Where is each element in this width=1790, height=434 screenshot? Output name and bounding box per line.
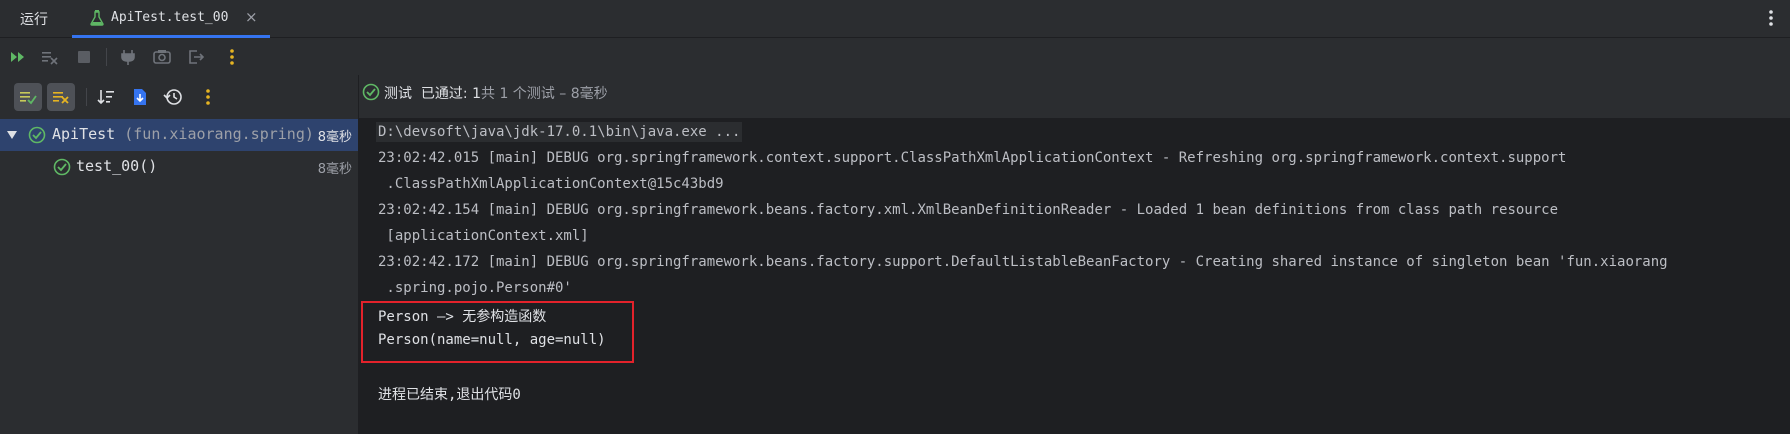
tab-bar: 运行 ApiTest.test_00 ×	[0, 0, 1790, 38]
show-ignored-toggle[interactable]	[47, 83, 75, 111]
test-status-bar: 测试 已通过: 1共 1 个测试 – 8毫秒	[359, 75, 1790, 117]
tree-item-label: ApiTest (fun.xiaorang.spring)	[52, 125, 314, 143]
tree-row-test00[interactable]: test_00() 8毫秒	[0, 151, 358, 183]
toolbar-separator	[86, 88, 87, 106]
passed-check-icon	[362, 83, 380, 101]
package-name: (fun.xiaorang.spring)	[124, 125, 314, 143]
history-icon[interactable]	[163, 87, 183, 107]
chevron-down-icon[interactable]	[6, 129, 18, 141]
tree-row-apitest[interactable]: ApiTest (fun.xiaorang.spring) 8毫秒	[0, 119, 358, 151]
passed-check-icon	[53, 158, 71, 176]
console-line: 23:02:42.015 [main] DEBUG org.springfram…	[378, 150, 1567, 166]
test-duration: 8毫秒	[317, 162, 352, 177]
tab-apitest-test00[interactable]: ApiTest.test_00 ×	[72, 0, 270, 38]
test-flask-icon	[90, 10, 104, 26]
test-status-text: 测试 已通过: 1共 1 个测试 – 8毫秒	[384, 83, 608, 103]
console-line: .spring.pojo.Person#0'	[378, 280, 572, 296]
show-ignored-icon	[53, 92, 69, 104]
test-duration: – 8毫秒	[559, 86, 608, 102]
run-tool-window: 运行 ApiTest.test_00 × ApiTest (fun.xiaora…	[0, 0, 1790, 434]
highlight-annotation-box	[361, 301, 634, 363]
more-icon[interactable]	[198, 87, 218, 107]
passed-check-icon	[28, 126, 46, 144]
console-line: [applicationContext.xml]	[378, 228, 589, 244]
screenshot-icon[interactable]	[152, 47, 172, 67]
close-icon[interactable]: ×	[245, 8, 258, 26]
console-output[interactable]: D:\devsoft\java\jdk-17.0.1\bin\java.exe …	[359, 118, 1790, 434]
run-toolbar	[0, 39, 360, 75]
total-tests: 共 1 个测试	[481, 86, 555, 102]
console-line: .ClassPathXmlApplicationContext@15c43bd9	[378, 176, 724, 192]
class-name: ApiTest	[52, 125, 116, 143]
rerun-icon[interactable]	[8, 47, 28, 67]
test-tree-panel: ApiTest (fun.xiaorang.spring) 8毫秒 test_0…	[0, 75, 358, 434]
console-line: D:\devsoft\java\jdk-17.0.1\bin\java.exe …	[376, 122, 743, 142]
sort-icon[interactable]	[96, 87, 116, 107]
show-passed-toggle[interactable]	[14, 83, 42, 111]
test-duration: 8毫秒	[317, 130, 352, 145]
console-line: 23:02:42.172 [main] DEBUG org.springfram…	[378, 254, 1668, 270]
more-options-icon[interactable]	[1768, 8, 1774, 28]
passed-label: 已通过:	[420, 86, 468, 102]
tree-item-label: test_00()	[76, 157, 158, 175]
console-line: 23:02:42.154 [main] DEBUG org.springfram…	[378, 202, 1559, 218]
console-line: 进程已结束,退出代码0	[378, 387, 521, 403]
tab-title: ApiTest.test_00	[111, 10, 229, 25]
stop-icon[interactable]	[74, 47, 94, 67]
toolbar-separator	[106, 48, 107, 66]
test-tree-toolbar	[0, 75, 358, 117]
rerun-failed-icon[interactable]	[40, 47, 60, 67]
attach-debugger-icon[interactable]	[118, 47, 138, 67]
show-passed-icon	[20, 92, 37, 105]
test-tree: ApiTest (fun.xiaorang.spring) 8毫秒 test_0…	[0, 119, 358, 183]
exit-icon[interactable]	[186, 47, 206, 67]
tab-run[interactable]: 运行	[20, 9, 48, 29]
more-icon[interactable]	[222, 47, 242, 67]
status-label: 测试	[384, 86, 412, 102]
passed-count: 1	[472, 86, 481, 102]
import-tests-icon[interactable]	[130, 87, 150, 107]
